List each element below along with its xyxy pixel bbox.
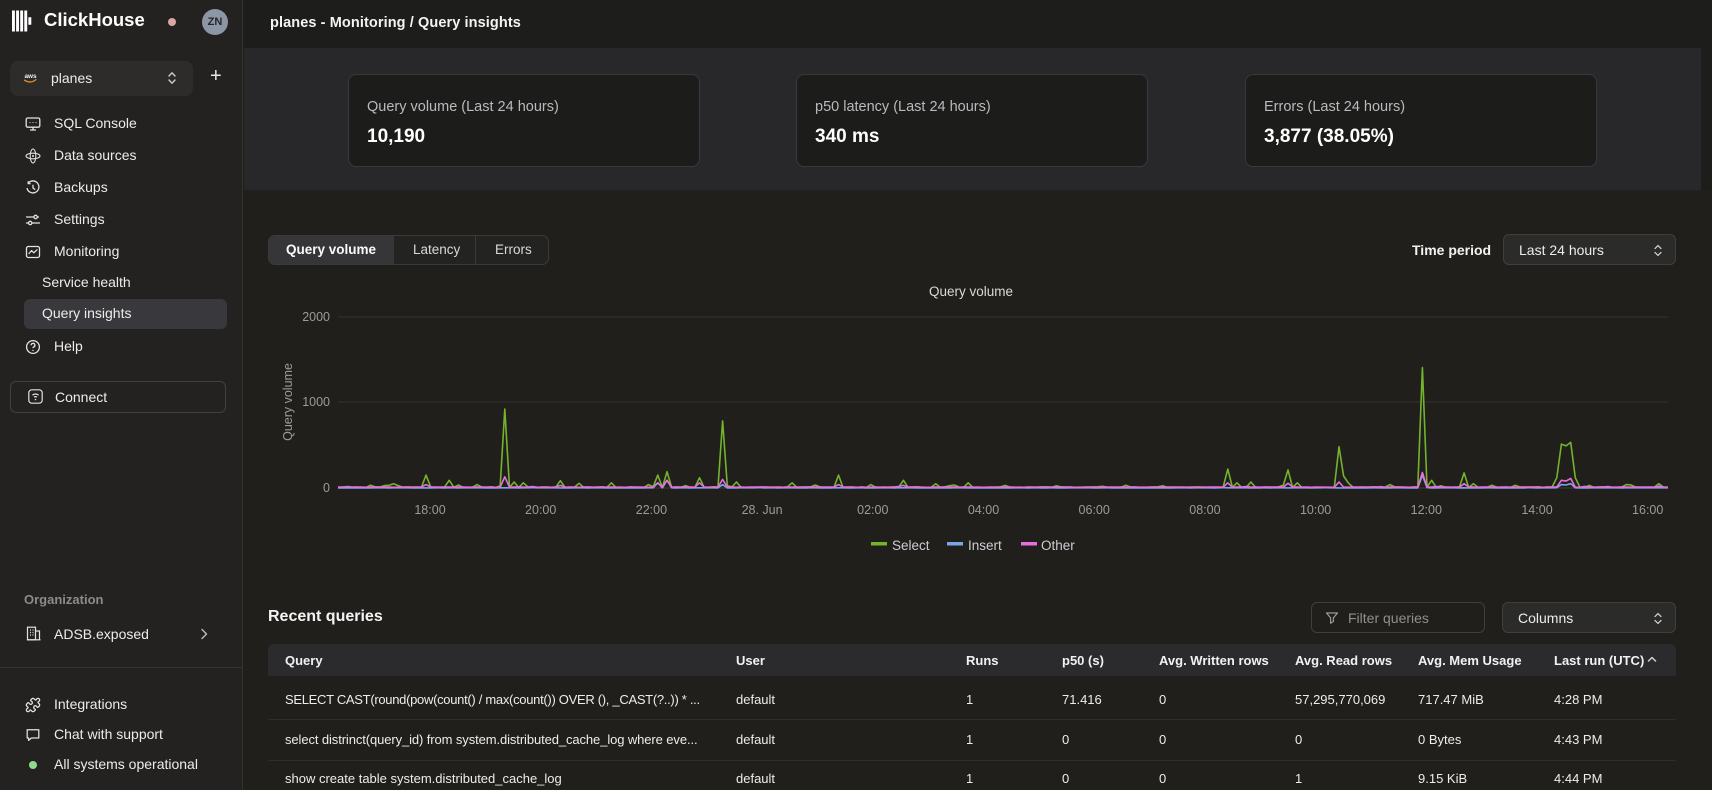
svg-text:Insert: Insert xyxy=(968,538,1002,553)
svg-text:02:00: 02:00 xyxy=(857,503,888,517)
svg-text:14:00: 14:00 xyxy=(1521,503,1552,517)
svg-text:0: 0 xyxy=(323,481,330,495)
svg-text:06:00: 06:00 xyxy=(1079,503,1110,517)
svg-text:22:00: 22:00 xyxy=(636,503,667,517)
svg-text:2000: 2000 xyxy=(302,310,330,324)
svg-text:Select: Select xyxy=(892,538,930,553)
svg-text:Other: Other xyxy=(1041,538,1075,553)
svg-text:1000: 1000 xyxy=(302,395,330,409)
svg-text:12:00: 12:00 xyxy=(1411,503,1442,517)
svg-text:20:00: 20:00 xyxy=(525,503,556,517)
svg-text:04:00: 04:00 xyxy=(968,503,999,517)
svg-text:08:00: 08:00 xyxy=(1189,503,1220,517)
svg-text:Query volume: Query volume xyxy=(929,284,1013,299)
svg-text:18:00: 18:00 xyxy=(414,503,445,517)
svg-text:Query volume: Query volume xyxy=(281,363,295,441)
svg-text:16:00: 16:00 xyxy=(1632,503,1663,517)
svg-text:10:00: 10:00 xyxy=(1300,503,1331,517)
svg-text:28. Jun: 28. Jun xyxy=(742,503,783,517)
svg-text:aws: aws xyxy=(24,73,37,80)
